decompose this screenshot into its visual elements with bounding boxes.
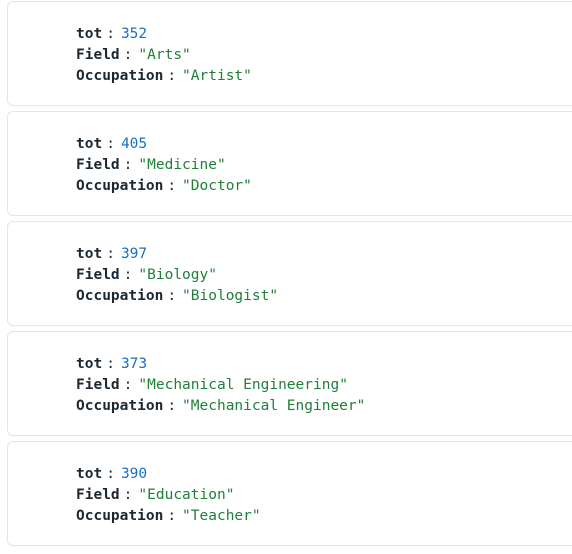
field-value-string[interactable]: Artist [191,68,243,84]
field-value-number[interactable]: 373 [121,356,147,372]
field-key: tot [76,466,103,482]
field-key: Occupation [76,508,164,524]
field-key: Occupation [76,288,164,304]
field-key: Field [76,47,120,63]
field-row-occupation: Occupation: "Artist" [76,68,252,84]
document-card[interactable]: tot:373 Field: "Mechanical Engineering" O… [7,331,572,436]
field-row-tot: tot:405 [76,136,148,152]
document-card[interactable]: tot:397 Field: "Biology" Occupation: "Biol… [7,221,572,326]
field-key: tot [76,246,103,262]
field-key: Occupation [76,68,164,84]
field-row-field: Field: "Education" [76,487,235,503]
field-value-string[interactable]: Medicine [147,157,217,173]
field-value-number[interactable]: 397 [121,246,147,262]
document-card[interactable]: tot:405 Field: "Medicine" Occupation: "Doc… [7,111,572,216]
field-value-string[interactable]: Arts [147,47,182,63]
field-row-occupation: Occupation: "Doctor" [76,178,252,194]
document-list: tot:352 Field: "Arts" Occupation: "Artist"… [7,0,572,551]
field-key: tot [76,356,103,372]
field-key: tot [76,26,103,42]
field-row-occupation: Occupation: "Teacher" [76,508,261,524]
field-value-string[interactable]: Teacher [191,508,252,524]
field-row-field: Field: "Medicine" [76,157,226,173]
field-row-field: Field: "Biology" [76,267,217,283]
field-value-number[interactable]: 390 [121,466,147,482]
field-row-tot: tot:352 [76,26,148,42]
field-value-number[interactable]: 405 [121,136,147,152]
field-row-occupation: Occupation: "Biologist" [76,288,279,304]
field-row-field: Field: "Mechanical Engineering" [76,377,348,393]
field-row-tot: tot:397 [76,246,148,262]
field-value-string[interactable]: Biology [147,267,208,283]
field-value-string[interactable]: Education [147,487,226,503]
field-key: Field [76,267,120,283]
field-value-string[interactable]: Mechanical Engineer [191,398,357,414]
field-row-tot: tot:373 [76,356,148,372]
field-key: Occupation [76,178,164,194]
field-value-string[interactable]: Doctor [191,178,243,194]
field-value-number[interactable]: 352 [121,26,147,42]
field-row-tot: tot:390 [76,466,148,482]
field-value-string[interactable]: Biologist [191,288,270,304]
field-key: tot [76,136,103,152]
field-key: Occupation [76,398,164,414]
field-row-occupation: Occupation: "Mechanical Engineer" [76,398,366,414]
document-card[interactable]: tot:352 Field: "Arts" Occupation: "Artist" [7,1,572,106]
document-card[interactable]: tot:390 Field: "Education" Occupation: "Te… [7,441,572,546]
field-key: Field [76,377,120,393]
field-key: Field [76,157,120,173]
field-row-field: Field: "Arts" [76,47,191,63]
field-value-string[interactable]: Mechanical Engineering [147,377,339,393]
field-key: Field [76,487,120,503]
